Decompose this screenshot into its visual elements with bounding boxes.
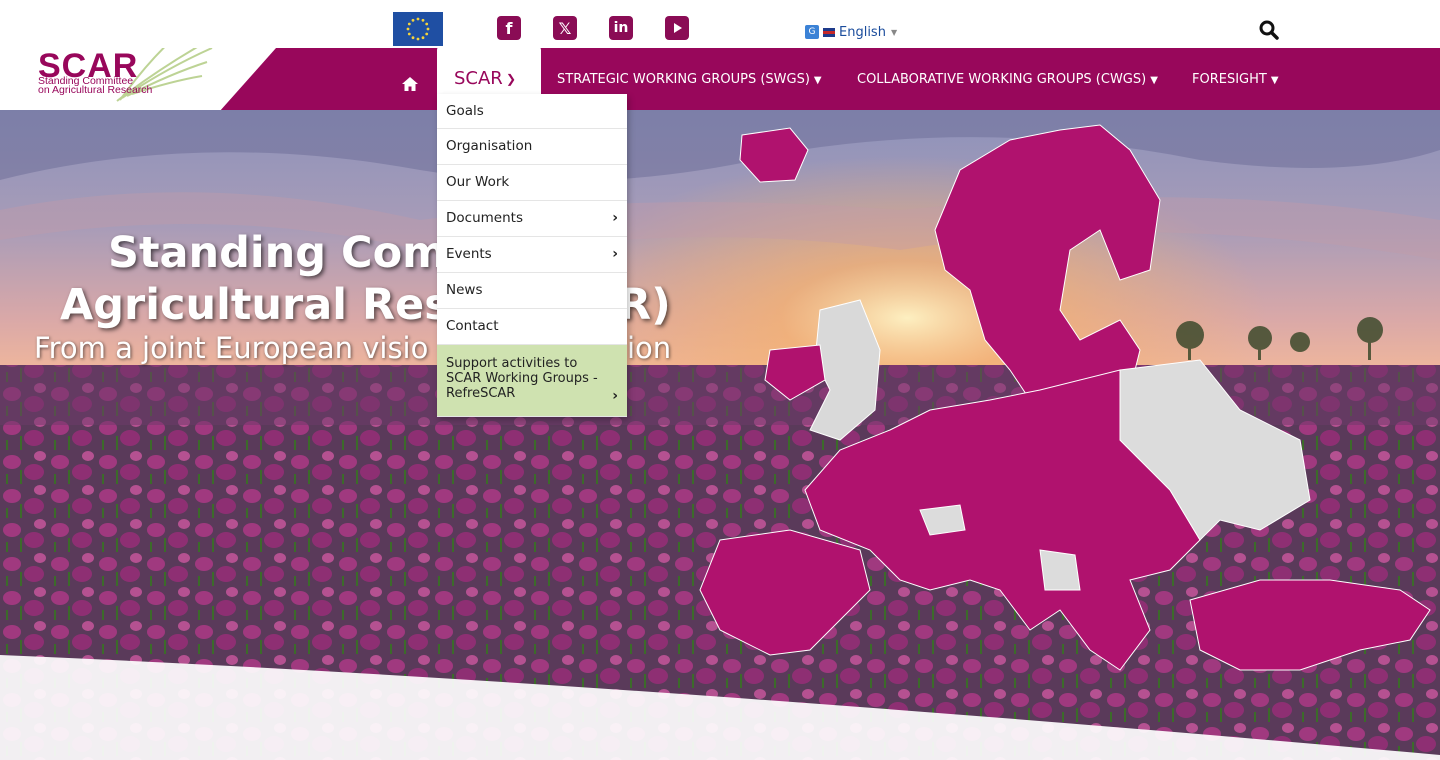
nav-label: SCAR: [454, 68, 503, 89]
chevron-down-icon: ▼: [813, 75, 822, 86]
hero-banner: Standing Comm Agricultural Resea R) From…: [0, 110, 1440, 760]
chevron-down-icon: ❯: [506, 72, 517, 86]
menu-item-news[interactable]: News: [437, 273, 627, 309]
language-label: English: [839, 24, 886, 40]
hero-subtitle: From a joint European visio: [34, 331, 429, 365]
facebook-icon[interactable]: f: [497, 16, 521, 40]
youtube-icon[interactable]: [665, 16, 689, 40]
chevron-right-icon: ›: [612, 246, 618, 262]
nav-item-foresight[interactable]: FORESIGHT ▼: [1192, 72, 1279, 87]
eu-flag-icon: [393, 12, 443, 46]
menu-item-contact[interactable]: Contact: [437, 309, 627, 345]
chevron-right-icon: ›: [612, 210, 618, 226]
home-icon[interactable]: [402, 77, 418, 91]
menu-item-events[interactable]: Events ›: [437, 237, 627, 273]
hero-title: Standing Comm: [108, 228, 492, 278]
language-selector[interactable]: G English ▼: [805, 22, 897, 42]
nav-item-swgs[interactable]: STRATEGIC WORKING GROUPS (SWGS) ▼: [557, 72, 822, 87]
top-bar: f 𝕏 in G English ▼: [0, 0, 1440, 48]
logo[interactable]: SCAR Standing Committee on Agricultural …: [0, 48, 276, 110]
google-translate-icon: G: [805, 25, 819, 39]
uk-flag-icon: [823, 27, 835, 37]
search-icon[interactable]: [1259, 20, 1279, 40]
menu-item-goals[interactable]: Goals: [437, 94, 627, 129]
hero-subtitle-tail: ion: [627, 331, 672, 365]
menu-item-our-work[interactable]: Our Work: [437, 165, 627, 201]
menu-item-documents[interactable]: Documents ›: [437, 201, 627, 237]
chevron-down-icon: ▼: [1270, 75, 1279, 86]
nav-item-cwgs[interactable]: COLLABORATIVE WORKING GROUPS (CWGS) ▼: [857, 72, 1158, 87]
scar-dropdown-menu: Goals Organisation Our Work Documents › E…: [437, 94, 627, 417]
menu-item-refrescar[interactable]: Support activities to SCAR Working Group…: [437, 345, 627, 417]
hero-bottom-curve: [0, 655, 1440, 760]
main-nav: SCAR Standing Committee on Agricultural …: [0, 46, 1440, 110]
x-icon[interactable]: 𝕏: [553, 16, 577, 40]
caret-down-icon: ▼: [890, 27, 898, 37]
chevron-right-icon: ›: [612, 388, 618, 404]
linkedin-icon[interactable]: in: [609, 16, 633, 40]
menu-item-organisation[interactable]: Organisation: [437, 129, 627, 165]
logo-subtitle: on Agricultural Research: [38, 84, 153, 96]
chevron-down-icon: ▼: [1150, 75, 1158, 86]
